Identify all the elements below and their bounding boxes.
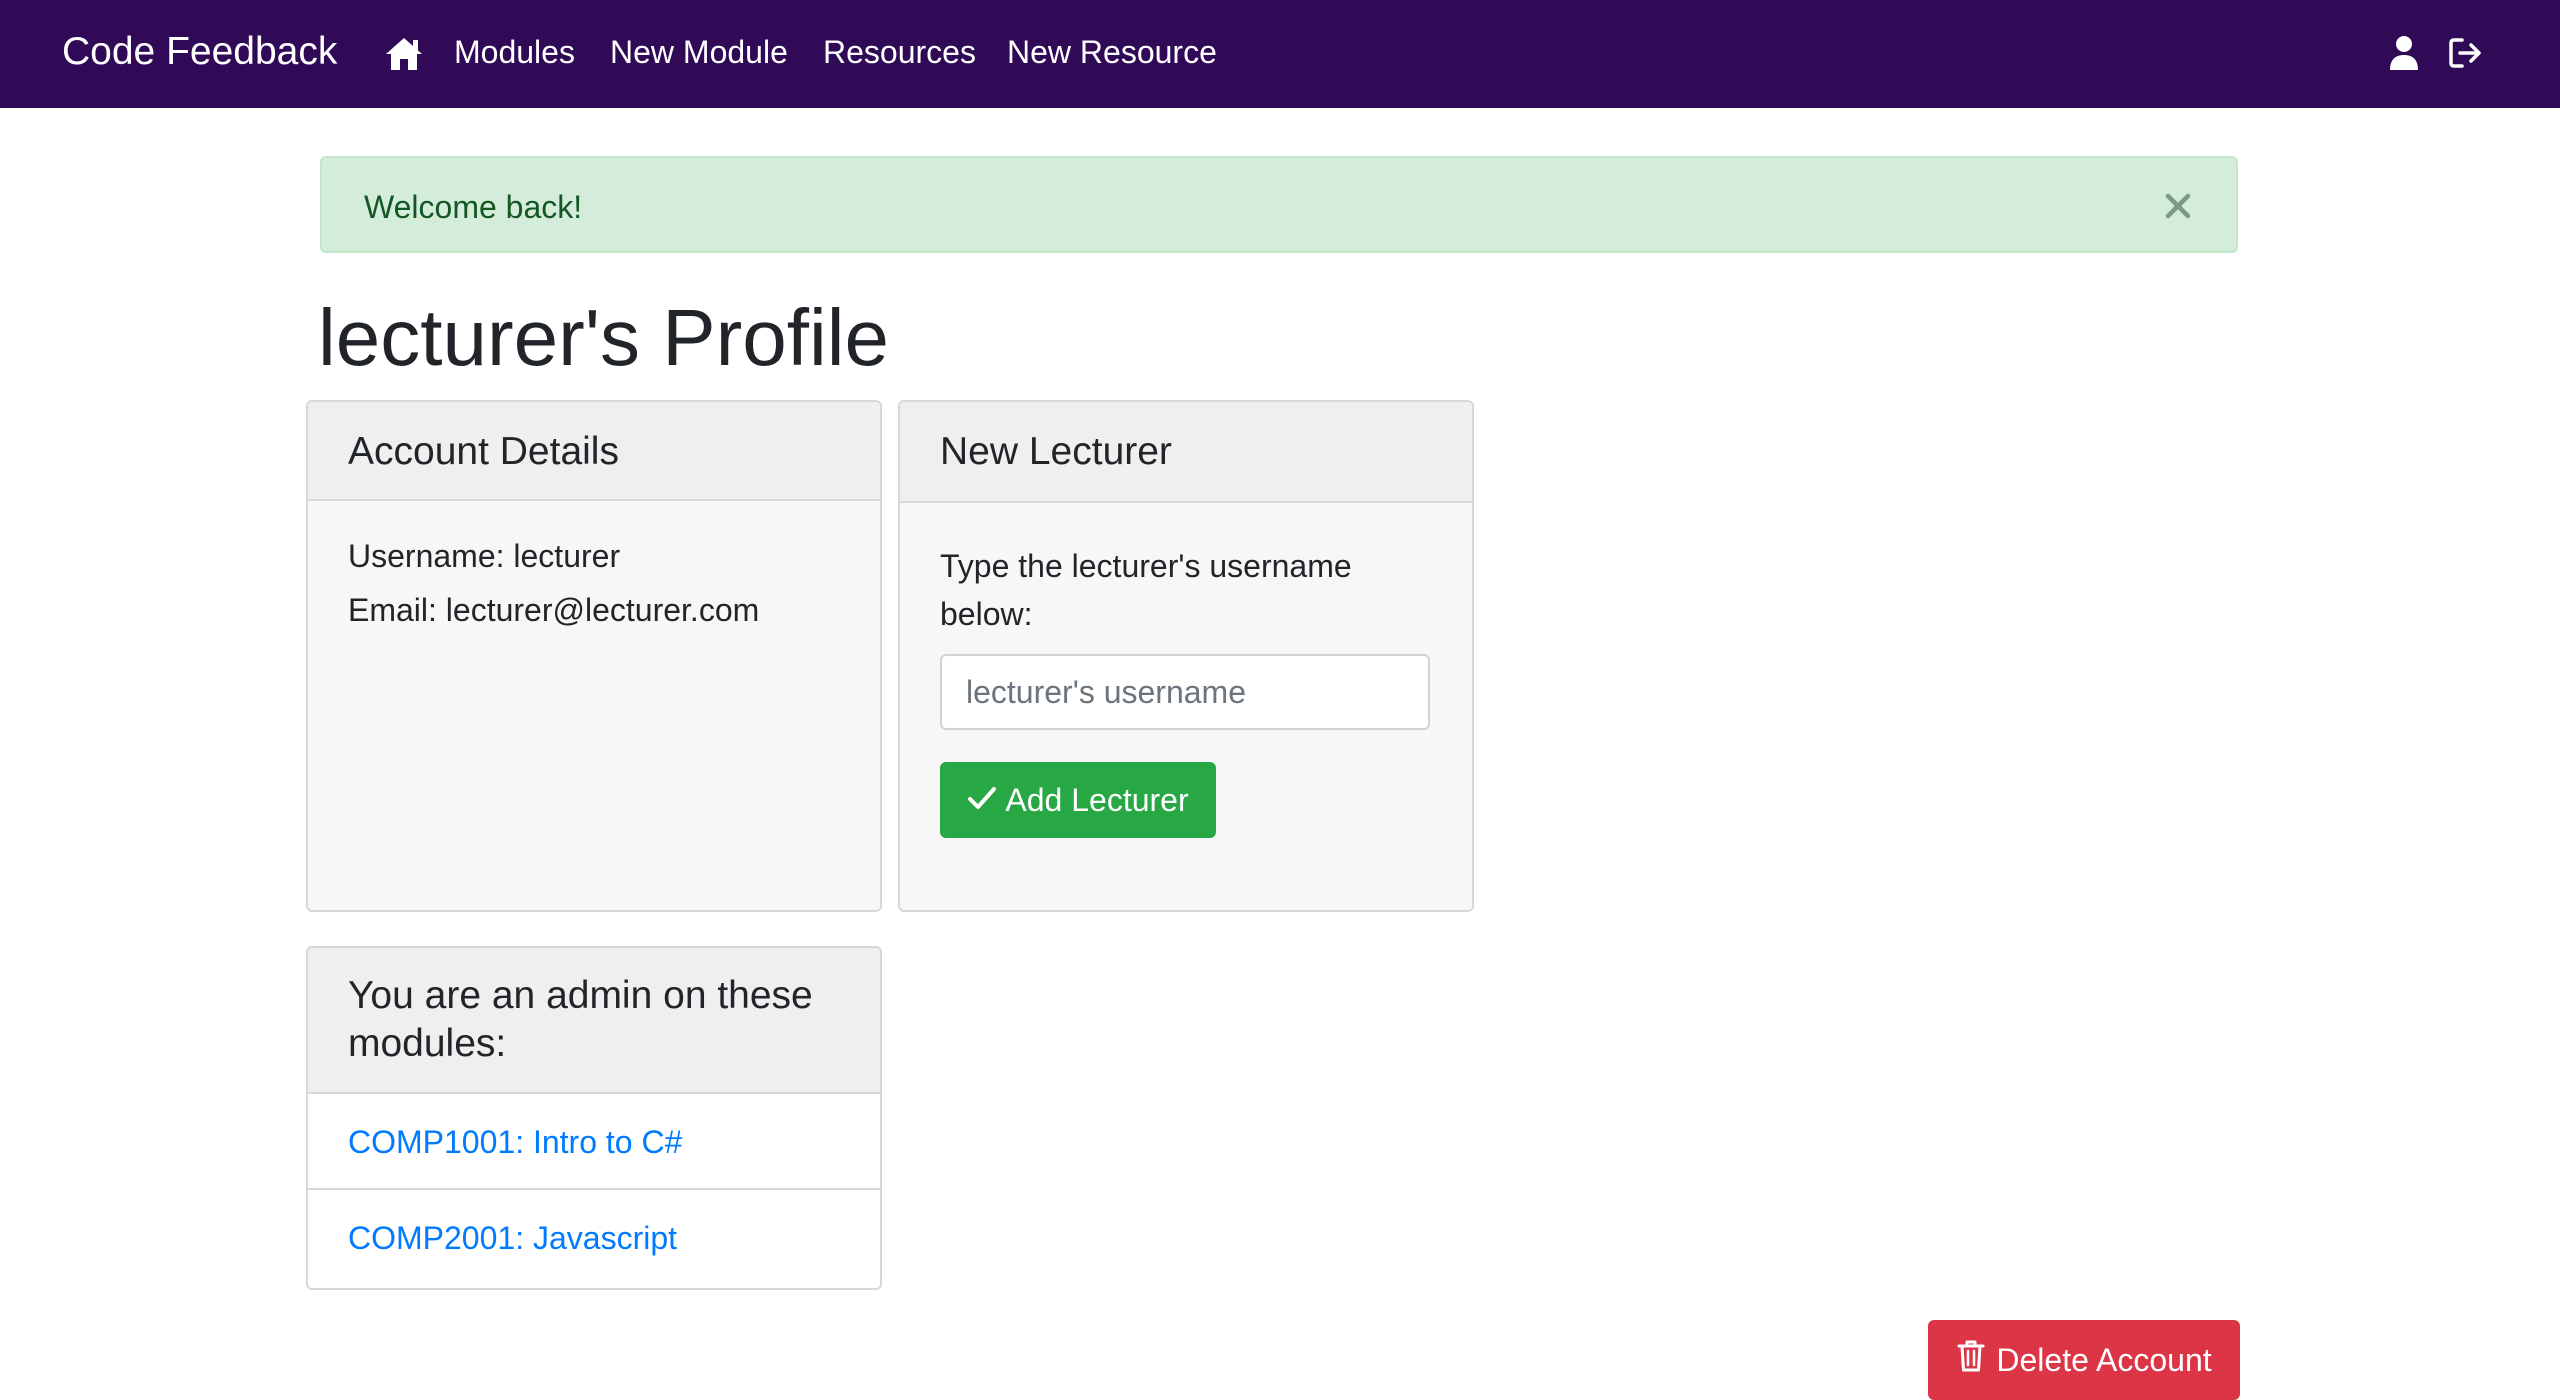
- new-lecturer-card: New Lecturer Type the lecturer's usernam…: [898, 400, 1474, 912]
- new-lecturer-instructions: Type the lecturer's username below:: [940, 542, 1352, 638]
- instructions-line-2: below:: [940, 596, 1033, 632]
- alert-message: Welcome back!: [364, 189, 583, 225]
- navbar: Code Feedback Modules New Module Resourc…: [0, 0, 2560, 108]
- nav-resources-link[interactable]: Resources: [823, 32, 976, 72]
- user-icon[interactable]: [2386, 34, 2422, 72]
- admin-modules-header: You are an admin on these modules:: [308, 948, 880, 1094]
- new-lecturer-header: New Lecturer: [900, 402, 1472, 503]
- list-item: COMP2001: Javascript: [308, 1188, 880, 1284]
- nav-new-resource-link[interactable]: New Resource: [1007, 32, 1217, 72]
- close-icon[interactable]: [2164, 192, 2192, 220]
- admin-modules-card: You are an admin on these modules: COMP1…: [306, 946, 882, 1290]
- new-lecturer-title: New Lecturer: [940, 430, 1172, 473]
- list-item: COMP1001: Intro to C#: [308, 1092, 880, 1188]
- add-lecturer-label: Add Lecturer: [1005, 781, 1189, 818]
- page-title: lecturer's Profile: [318, 293, 890, 382]
- admin-modules-title: You are an admin on these modules:: [348, 972, 840, 1068]
- admin-modules-title-line-1: You are an admin on these: [348, 974, 813, 1017]
- add-lecturer-button[interactable]: Add Lecturer: [940, 762, 1216, 838]
- nav-modules-link[interactable]: Modules: [454, 32, 575, 72]
- lecturer-username-input[interactable]: [940, 654, 1430, 730]
- home-icon[interactable]: [384, 34, 424, 72]
- account-details-title: Account Details: [348, 430, 619, 473]
- account-details-header: Account Details: [308, 402, 880, 501]
- welcome-alert: Welcome back!: [320, 156, 2238, 253]
- check-icon: [967, 782, 997, 819]
- brand-link[interactable]: Code Feedback: [62, 28, 337, 76]
- sign-out-icon[interactable]: [2448, 34, 2484, 72]
- module-link-comp1001[interactable]: COMP1001: Intro to C#: [348, 1122, 682, 1162]
- trash-icon: [1956, 1339, 1986, 1381]
- account-details-body: Username: lecturer Email: lecturer@lectu…: [308, 501, 880, 637]
- email-text: Email: lecturer@lecturer.com: [348, 592, 760, 628]
- instructions-line-1: Type the lecturer's username: [940, 548, 1352, 584]
- delete-account-label: Delete Account: [1996, 1341, 2212, 1378]
- admin-modules-title-line-2: modules:: [348, 1022, 507, 1065]
- username-text: Username: lecturer: [348, 538, 621, 574]
- delete-account-button[interactable]: Delete Account: [1928, 1320, 2240, 1400]
- nav-new-module-link[interactable]: New Module: [610, 32, 788, 72]
- account-details-card: Account Details Username: lecturer Email…: [306, 400, 882, 912]
- module-link-comp2001[interactable]: COMP2001: Javascript: [348, 1218, 677, 1258]
